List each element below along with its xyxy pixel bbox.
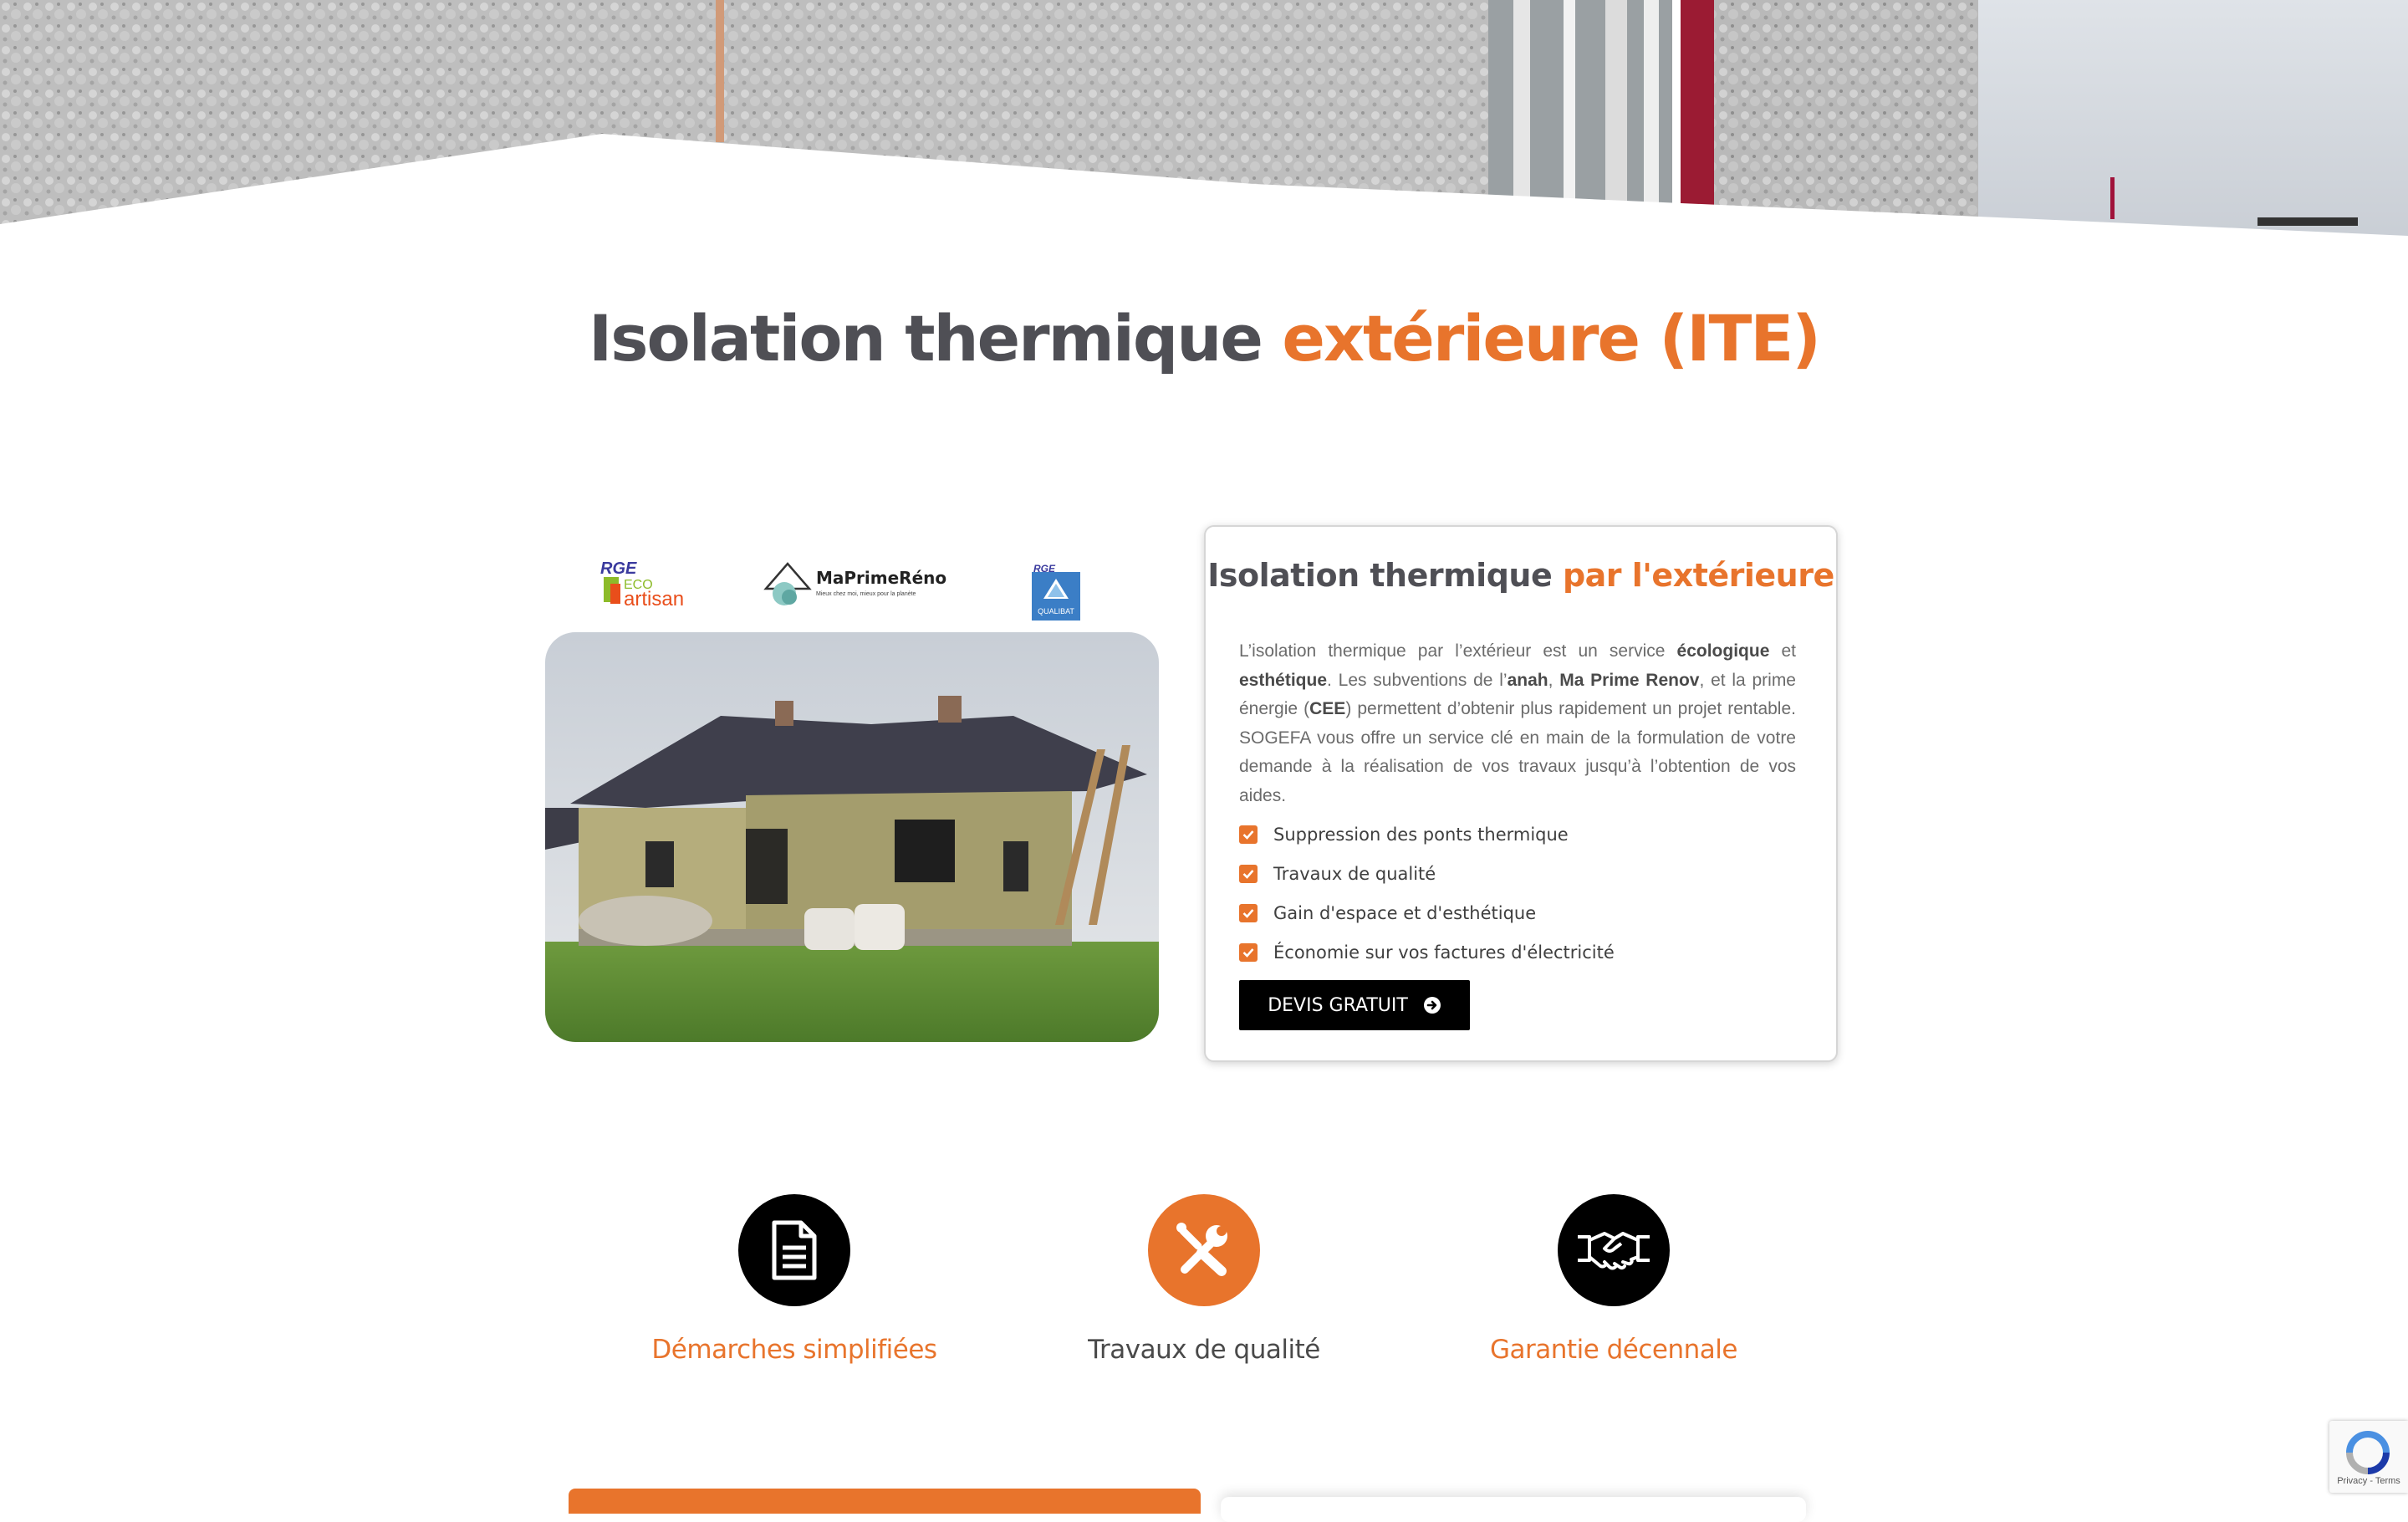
checklist-label: Travaux de qualité [1273,863,1436,884]
card-description: L’isolation thermique par l’extérieur es… [1239,637,1796,810]
artisan-label: artisan [624,588,684,610]
checkbox-icon [1239,864,1258,883]
feature-travaux-qualite: Travaux de qualité [1028,1194,1380,1365]
feature-demarches: Démarches simplifiées [619,1194,970,1365]
page-title-main: Isolation thermique [588,301,1283,375]
hero-banner [0,0,2408,243]
qualibat-rge-label: RGE [1033,563,1056,575]
hero-insulation-photo [0,0,2408,243]
feature-circle [738,1194,850,1306]
card-text-part: et [1769,641,1796,661]
checklist-label: Économie sur vos factures d'électricité [1273,942,1615,963]
maprimerenov-logo: MaPrimeRénov' Mieux chez moi, mieux pour… [763,560,962,610]
feature-circle [1558,1194,1670,1306]
maprimerenov-tagline: Mieux chez moi, mieux pour la planète [816,591,916,597]
checklist-label: Gain d'espace et d'esthétique [1273,902,1537,923]
devis-gratuit-button[interactable]: DEVIS GRATUIT [1239,980,1470,1030]
benefits-checklist: Suppression des ponts thermique Travaux … [1239,815,1615,972]
card-text-bold: anah [1507,670,1548,690]
rge-eco-label: RGE [600,559,637,578]
rge-eco-artisan-logo: RGE ECO artisan [599,559,699,610]
card-text-bold: CEE [1309,699,1346,718]
card-text-bold: écologique [1676,641,1770,661]
qualibat-logo: RGE QUALIBAT [1030,562,1082,622]
card-text-part: . Les subventions de l’ [1327,670,1508,690]
card-title-main: Isolation thermique [1207,557,1563,594]
card-text-bold: Ma Prime Renov [1559,670,1700,690]
card-text-part: L’isolation thermique par l’extérieur es… [1239,641,1677,661]
feature-label: Travaux de qualité [1088,1335,1320,1365]
checklist-item: Suppression des ponts thermique [1239,815,1615,854]
card-title-accent: par l'extérieure [1562,557,1834,594]
arrow-circle-right-icon [1423,996,1441,1014]
next-section-card-edge [1221,1497,1806,1522]
recaptcha-links[interactable]: Privacy - Terms [2329,1476,2408,1486]
recaptcha-icon [2346,1431,2390,1474]
checkbox-icon [1239,942,1258,962]
ite-info-card: Isolation thermique par l'extérieure L’i… [1204,525,1838,1062]
feature-circle [1148,1194,1260,1306]
tools-icon [1176,1223,1227,1276]
document-icon [772,1220,817,1280]
page-title-accent: extérieure (ITE) [1282,301,1821,375]
handshake-icon [1578,1232,1650,1270]
recaptcha-badge[interactable]: Privacy - Terms [2329,1421,2408,1493]
card-text-bold: esthétique [1239,670,1328,690]
checkbox-icon [1239,825,1258,844]
page-title: Isolation thermique extérieure (ITE) [0,301,2408,375]
checkbox-icon [1239,903,1258,922]
feature-label: Garantie décennale [1490,1335,1737,1365]
house-photo [545,632,1159,1042]
qualibat-name: QUALIBAT [1038,607,1074,615]
checklist-item: Économie sur vos factures d'électricité [1239,932,1615,972]
maprimerenov-name: MaPrimeRénov' [816,568,946,588]
card-text-part: , [1548,670,1560,690]
devis-button-label: DEVIS GRATUIT [1268,994,1408,1016]
feature-garantie: Garantie décennale [1438,1194,1789,1365]
feature-label: Démarches simplifiées [651,1335,937,1365]
card-title: Isolation thermique par l'extérieure [1206,557,1836,594]
next-section-orange-block [569,1489,1201,1514]
checklist-item: Gain d'espace et d'esthétique [1239,893,1615,932]
checklist-label: Suppression des ponts thermique [1273,824,1569,845]
checklist-item: Travaux de qualité [1239,854,1615,893]
